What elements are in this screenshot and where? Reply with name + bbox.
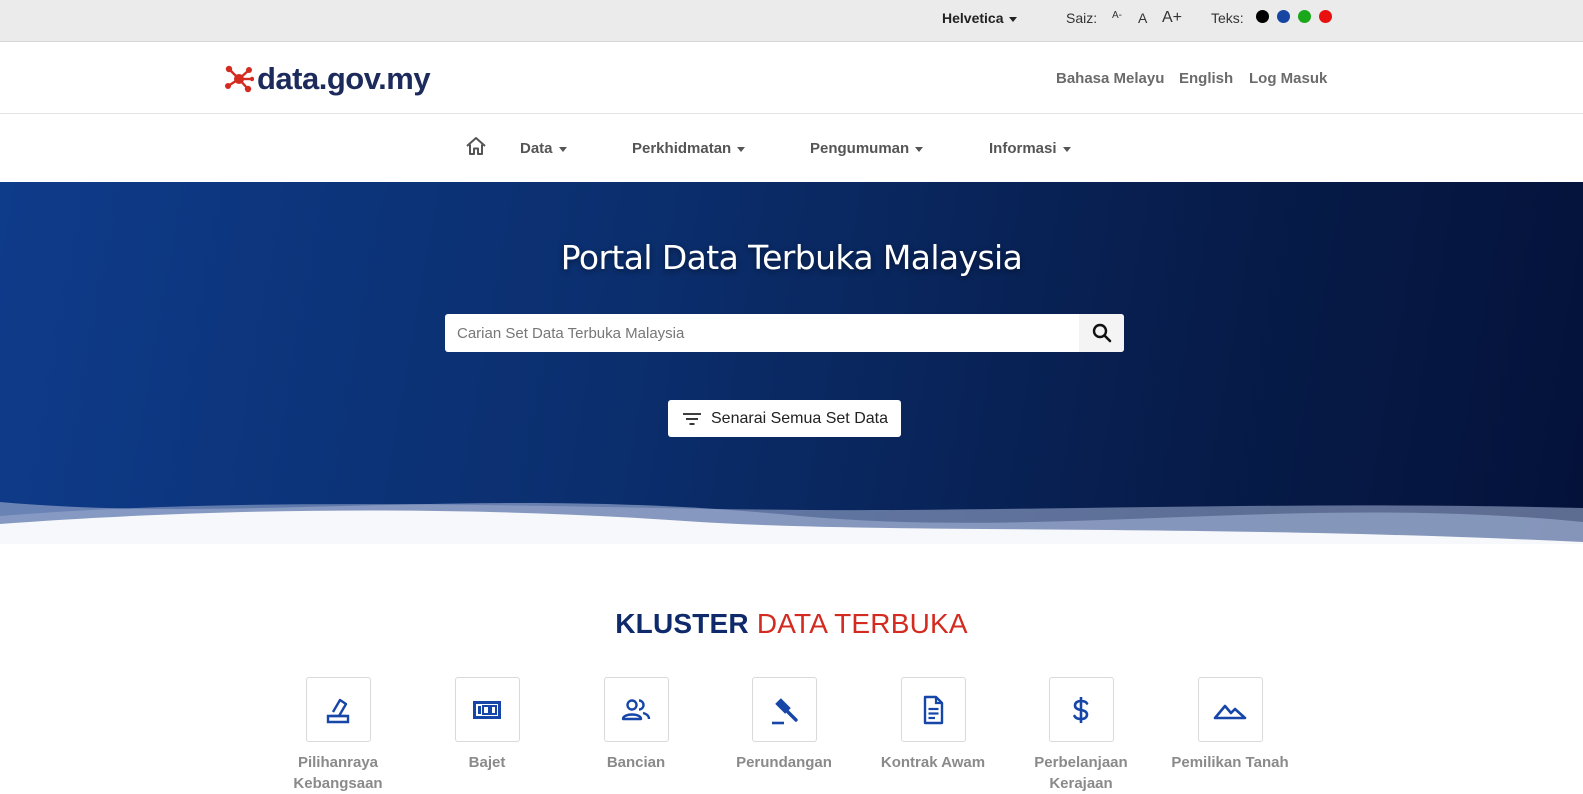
text-color-black-button[interactable] [1256, 10, 1269, 23]
cluster-bancian[interactable]: Bancian [561, 677, 711, 773]
font-size-increase-button[interactable]: A+ [1162, 9, 1182, 27]
cluster-icon-box [751, 677, 817, 742]
nav-item-perkhidmatan[interactable]: Perkhidmatan [632, 140, 746, 157]
cluster-icon-box [1197, 677, 1263, 742]
site-logo[interactable]: data.gov.my [224, 60, 431, 98]
budget-icon [473, 700, 501, 719]
search-input[interactable] [445, 314, 1079, 352]
size-label: Saiz: [1066, 10, 1098, 26]
nav-item-label: Pengumuman [810, 140, 910, 157]
chevron-down-icon [737, 146, 746, 152]
nav-item-label: Informasi [989, 140, 1057, 157]
nav-item-pengumuman[interactable]: Pengumuman [810, 140, 924, 157]
list-all-datasets-button[interactable]: Senarai Semua Set Data [668, 400, 901, 437]
people-icon [621, 698, 651, 720]
section-title-part1: KLUSTER [615, 608, 749, 639]
cluster-kontrak-awam[interactable]: Kontrak Awam [858, 677, 1008, 773]
ballot-icon [326, 698, 350, 723]
cluster-label: Bancian [606, 754, 666, 771]
chevron-down-icon [915, 146, 924, 152]
hero-banner: Portal Data Terbuka Malaysia Senarai Sem… [0, 182, 1583, 544]
text-color-green-button[interactable] [1298, 10, 1311, 23]
nav-item-label: Data [520, 140, 553, 157]
font-size-decrease-button[interactable]: A- [1112, 10, 1122, 21]
document-icon [923, 695, 944, 724]
font-selector-label: Helvetica [942, 10, 1004, 26]
cluster-label: Perbelanjaan Kerajaan [1034, 754, 1128, 792]
cluster-label: Bajet [468, 754, 506, 771]
language-malay-link[interactable]: Bahasa Melayu [1056, 70, 1164, 87]
chevron-down-icon [1009, 16, 1018, 22]
cluster-perundangan[interactable]: Perundangan [709, 677, 859, 773]
cluster-icon-box [900, 677, 966, 742]
page-title: Portal Data Terbuka Malaysia [560, 238, 1023, 277]
font-size-normal-button[interactable]: A [1138, 10, 1147, 26]
logo-text: data.gov.my [257, 61, 431, 96]
cluster-pemilikan-tanah[interactable]: Pemilikan Tanah [1155, 677, 1305, 773]
cluster-label: Pilihanraya Kebangsaan [293, 754, 383, 792]
language-english-link[interactable]: English [1179, 70, 1233, 87]
cluster-bajet[interactable]: Bajet [412, 677, 562, 773]
nav-item-data[interactable]: Data [520, 140, 567, 157]
search-bar [445, 314, 1124, 352]
wave-divider [0, 502, 1583, 544]
nav-item-informasi[interactable]: Informasi [989, 140, 1071, 157]
cluster-pilihanraya[interactable]: Pilihanraya Kebangsaan [263, 677, 413, 794]
font-selector[interactable]: Helvetica [942, 10, 1018, 26]
list-all-datasets-label: Senarai Semua Set Data [711, 409, 888, 427]
filter-icon [683, 412, 701, 425]
dollar-icon [1073, 696, 1089, 723]
cluster-icon-box [305, 677, 371, 742]
search-icon [1092, 323, 1111, 343]
cluster-icon-box [603, 677, 669, 742]
cluster-icon-box [1048, 677, 1114, 742]
section-title-part2: DATA TERBUKA [756, 608, 968, 639]
chevron-down-icon [1062, 146, 1071, 152]
chevron-down-icon [558, 146, 567, 152]
landscape-icon [1213, 704, 1247, 719]
text-color-label: Teks: [1211, 10, 1244, 26]
text-color-red-button[interactable] [1319, 10, 1332, 23]
section-title: KLUSTER DATA TERBUKA [0, 608, 1583, 640]
cluster-icon-box [454, 677, 520, 742]
cluster-label: Kontrak Awam [880, 754, 986, 771]
home-icon[interactable] [465, 136, 487, 161]
molecule-logo-icon [225, 65, 254, 93]
search-button[interactable] [1079, 314, 1124, 352]
cluster-perbelanjaan[interactable]: Perbelanjaan Kerajaan [1006, 677, 1156, 794]
nav-item-label: Perkhidmatan [632, 140, 732, 157]
gavel-icon [772, 697, 798, 724]
cluster-label: Perundangan [736, 754, 832, 771]
accessibility-bar: Helvetica Saiz: A- A A+ Teks: [0, 0, 1583, 42]
main-nav: Data Perkhidmatan Pengumuman Informasi [0, 115, 1583, 182]
site-header: data.gov.my Bahasa Melayu English Log Ma… [0, 42, 1583, 114]
text-color-blue-button[interactable] [1277, 10, 1290, 23]
cluster-label: Pemilikan Tanah [1171, 754, 1289, 771]
login-link[interactable]: Log Masuk [1249, 70, 1327, 87]
